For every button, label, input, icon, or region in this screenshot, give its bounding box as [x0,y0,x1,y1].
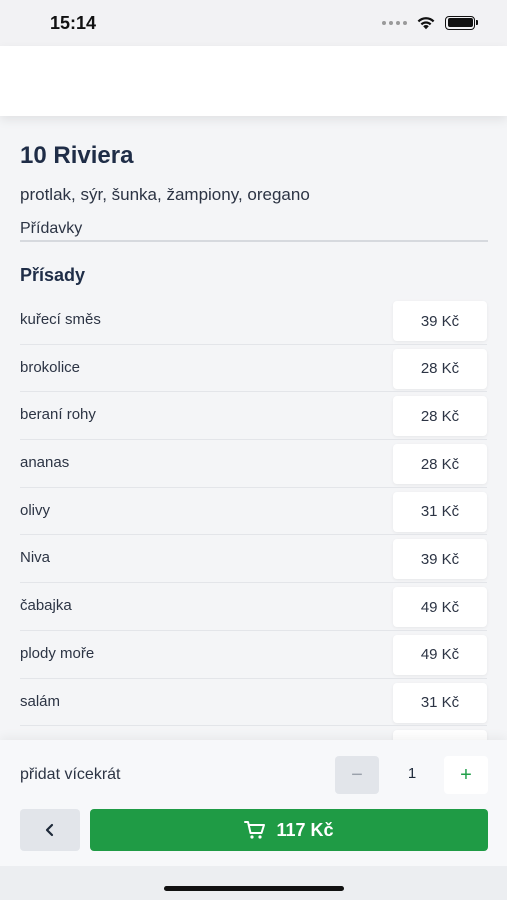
product-detail: 10 Riviera protlak, sýr, šunka, žampiony… [0,116,507,740]
ingredient-add-button[interactable]: 49 Kč [393,587,487,628]
ingredient-row: beraní rohy 28 Kč [0,392,507,440]
add-to-cart-button[interactable]: 117 Kč [90,809,488,851]
ingredient-name: olivy [20,501,51,519]
status-icons [382,15,478,30]
chevron-left-icon [45,823,54,837]
back-button[interactable] [20,809,80,851]
quantity-decrease-button[interactable]: − [335,756,379,794]
ingredient-row: kuřecí směs 39 Kč [0,297,507,345]
ingredients-heading: Přísady [20,265,86,285]
header-panel [0,46,507,116]
product-title: 10 Riviera [20,142,134,169]
ingredient-row: čabajka 49 Kč [0,583,507,631]
ingredient-add-button[interactable]: 49 Kč [393,634,487,675]
ingredient-add-button[interactable]: 39 Kč [393,539,487,580]
wifi-icon [417,17,435,30]
product-description: protlak, sýr, šunka, žampiony, oregano [20,185,310,204]
status-time: 15:14 [50,13,97,33]
cart-icon [244,821,266,839]
ingredient-row: olivy 31 Kč [0,488,507,536]
quantity-value: 1 [407,765,417,782]
ingredient-name: plody moře [20,644,95,662]
ingredient-add-button[interactable]: 28 Kč [393,444,487,485]
ingredient-add-button[interactable]: 31 Kč [393,682,487,723]
ingredient-name: brokolice [20,358,81,376]
ingredient-add-button[interactable]: 28 Kč [393,396,487,437]
ingredient-add-button[interactable]: 39 Kč [393,301,487,341]
ingredients-list: kuřecí směs 39 Kč brokolice 28 Kč beraní… [0,297,507,740]
ingredient-row: salám 31 Kč [0,679,507,727]
cart-total: 117 Kč [276,819,334,840]
order-panel: přidat vícekrát − 1 + 117 Kč [0,740,507,866]
ingredient-add-button[interactable]: 31 Kč [393,491,487,532]
ingredient-row: ananas 28 Kč [0,440,507,488]
ingredient-row: brokolice 28 Kč [0,345,507,393]
home-indicator[interactable] [164,886,344,891]
ingredient-name: kuřecí směs [20,311,101,328]
ingredient-row: plody moře 49 Kč [0,631,507,679]
ingredient-add-button[interactable] [393,730,487,740]
tab-extras[interactable]: Přídavky [20,220,488,242]
ingredient-name: ananas [20,454,70,472]
ingredient-row: Niva 39 Kč [0,535,507,583]
ingredient-name: beraní rohy [20,406,96,424]
quantity-label: přidat vícekrát [20,766,121,783]
ingredient-row-partial [0,726,507,740]
ingredient-name: Niva [20,549,51,567]
status-bar: 15:14 [0,0,507,46]
ingredient-add-button[interactable]: 28 Kč [393,348,487,389]
ingredient-name: čabajka [20,597,72,615]
ingredient-name: salám [20,692,61,710]
quantity-increase-button[interactable]: + [444,756,488,794]
home-indicator-area [0,866,507,900]
battery-icon [445,15,478,30]
signal-dots-icon [382,20,407,25]
